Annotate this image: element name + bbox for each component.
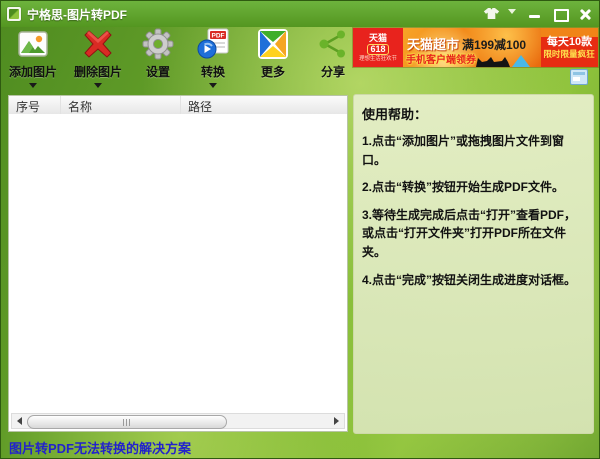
delete-images-button[interactable]: 删除图片 [70, 28, 126, 90]
help-step-1: 1.点击“添加图片”或拖拽图片文件到窗口。 [362, 132, 585, 169]
ad-middle: 天猫超市 满199减100 手机客户端领券 [403, 28, 541, 67]
skin-dropdown-icon[interactable] [508, 7, 518, 21]
tool-label: 转换 [201, 63, 225, 80]
skin-shirt-icon[interactable] [483, 7, 499, 21]
status-help-link[interactable]: 图片转PDF无法转换的解决方案 [9, 438, 191, 457]
ad-triangle-decor [512, 55, 530, 67]
settings-gear-icon [142, 28, 174, 60]
ad-offer-line2: 限时限量疯狂 [544, 49, 595, 59]
help-title: 使用帮助： [362, 104, 585, 123]
titlebar-controls [483, 7, 593, 21]
ad-618-badge: 618 [367, 44, 388, 55]
convert-button[interactable]: PDF 转换 [190, 28, 236, 90]
convert-dropdown-icon[interactable] [209, 83, 217, 88]
close-button[interactable] [577, 7, 593, 21]
settings-button[interactable]: 设置 [135, 28, 181, 90]
tool-label: 分享 [321, 63, 345, 80]
tool-label: 更多 [261, 63, 285, 80]
ad-tmall-slogan: 理想生活狂欢节 [359, 56, 397, 62]
column-header-index[interactable]: 序号 [9, 96, 61, 114]
tool-label: 删除图片 [74, 63, 122, 80]
more-button[interactable]: 更多 [245, 28, 301, 90]
share-icon [317, 28, 349, 60]
maximize-button[interactable] [552, 7, 568, 21]
ad-banner[interactable]: 天猫 618 理想生活狂欢节 天猫超市 满199减100 手机客户端领券 每天1… [353, 28, 598, 67]
share-button[interactable]: 分享 [310, 28, 356, 90]
scroll-right-arrow-icon[interactable] [329, 414, 344, 428]
delete-images-dropdown-icon[interactable] [94, 83, 102, 88]
file-list-body[interactable] [9, 114, 347, 413]
delete-image-icon [82, 28, 114, 60]
help-step-4: 4.点击“完成”按钮关闭生成进度对话框。 [362, 271, 585, 290]
horizontal-scrollbar[interactable] [11, 413, 345, 429]
tmall-cat-icon [474, 56, 510, 67]
help-panel: 使用帮助： 1.点击“添加图片”或拖拽图片文件到窗口。 2.点击“转换”按钮开始… [353, 94, 594, 434]
column-header-path[interactable]: 路径 [181, 96, 347, 114]
file-list-panel: 序号 名称 路径 [8, 95, 348, 432]
window-title: 宁格思-图片转PDF [27, 6, 127, 23]
add-images-dropdown-icon[interactable] [29, 83, 37, 88]
app-icon [7, 7, 21, 21]
svg-text:PDF: PDF [212, 33, 225, 40]
file-list-header: 序号 名称 路径 [9, 96, 347, 115]
add-images-button[interactable]: 添加图片 [5, 28, 61, 90]
titlebar: 宁格思-图片转PDF [1, 1, 599, 27]
help-step-2: 2.点击“转换”按钮开始生成PDF文件。 [362, 178, 585, 197]
toolbar: 添加图片 删除图片 [5, 28, 356, 90]
ad-tmall-badge: 天猫 618 理想生活狂欢节 [353, 28, 403, 67]
ad-coupon-text: 手机客户端领券 [406, 51, 476, 66]
convert-to-pdf-icon: PDF [197, 28, 229, 60]
help-step-3: 3.等待生成完成后点击“打开”查看PDF，或点击“打开文件夹”打开PDF所在文件… [362, 206, 585, 262]
app-window: 宁格思-图片转PDF 添加图片 [0, 0, 600, 459]
scroll-left-arrow-icon[interactable] [12, 414, 27, 428]
add-image-icon [17, 28, 49, 60]
column-header-name[interactable]: 名称 [61, 96, 181, 114]
minimize-button[interactable] [527, 7, 543, 21]
more-pinwheel-icon [257, 28, 289, 60]
tool-label: 设置 [146, 63, 170, 80]
ad-tmall-name: 天猫 [369, 33, 387, 43]
tool-label: 添加图片 [9, 63, 57, 80]
ad-window-icon[interactable] [570, 69, 588, 85]
scrollbar-thumb[interactable] [27, 415, 227, 429]
scrollbar-grip-icon [123, 419, 131, 426]
ad-offer-line1: 每天10款 [547, 36, 592, 49]
ad-right-offer: 每天10款 限时限量疯狂 [541, 28, 598, 67]
